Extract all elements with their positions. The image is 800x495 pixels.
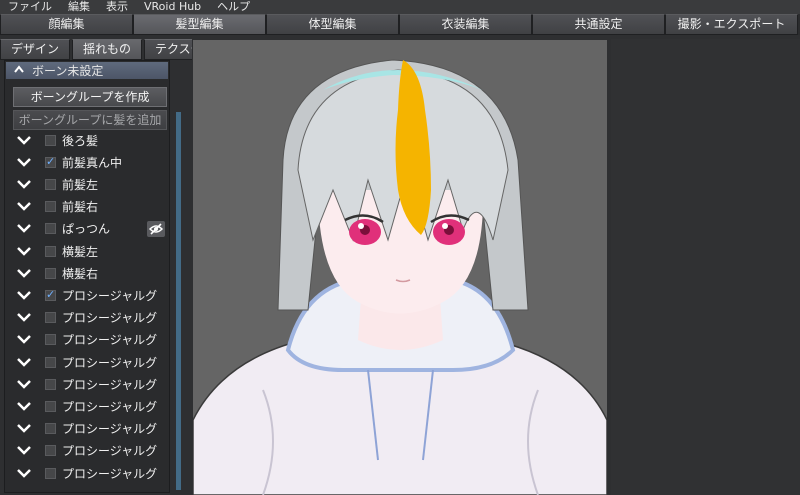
hair-item-label: プロシージャルグ	[62, 444, 158, 459]
menu-file[interactable]: ファイル	[0, 0, 60, 14]
main-tabs: 顔編集 髪型編集 体型編集 衣装編集 共通設定 撮影・エクスポート	[0, 14, 800, 35]
hair-list-item[interactable]: 横髪右	[5, 262, 169, 284]
hair-checkbox[interactable]	[45, 201, 56, 213]
chevron-down-icon[interactable]	[15, 466, 33, 480]
hair-checkbox[interactable]	[45, 400, 56, 412]
character-render	[193, 40, 607, 495]
bone-panel: ボーン未設定 ボーングループを作成 ボーングループに髪を追加 後ろ髪前髪真ん中前…	[4, 60, 170, 493]
hair-item-label: 前髪真ん中	[62, 155, 123, 170]
menu-vroid-hub[interactable]: VRoid Hub	[136, 0, 209, 14]
chevron-down-icon[interactable]	[15, 399, 33, 413]
tab-common-settings[interactable]: 共通設定	[532, 14, 665, 35]
sub-tabs: デザイン 揺れもの テクスチャ	[0, 39, 192, 60]
hair-checkbox[interactable]	[45, 288, 56, 301]
right-panel	[611, 39, 800, 495]
hair-list-item[interactable]: プロシージャルグ	[5, 373, 169, 395]
hair-list-item[interactable]: プロシージャルグ	[5, 307, 169, 329]
menu-bar: ファイル 編集 表示 VRoid Hub ヘルプ	[0, 0, 800, 14]
hair-list-item[interactable]: プロシージャルグ	[5, 284, 169, 306]
hair-list-item[interactable]: プロシージャルグ	[5, 418, 169, 440]
chevron-down-icon[interactable]	[15, 355, 33, 369]
chevron-down-icon[interactable]	[15, 377, 33, 391]
chevron-down-icon[interactable]	[15, 155, 33, 169]
chevron-down-icon[interactable]	[15, 177, 33, 191]
hair-item-label: プロシージャルグ	[62, 355, 158, 370]
hair-item-label: プロシージャルグ	[62, 377, 158, 392]
section-header-bone-unset[interactable]: ボーン未設定	[6, 62, 168, 79]
hair-checkbox[interactable]	[45, 334, 56, 346]
hair-item-label: 横髪左	[62, 244, 99, 259]
hair-item-label: 前髪右	[62, 200, 99, 215]
hair-list-item[interactable]: 前髪左	[5, 173, 169, 195]
hair-list-item[interactable]: プロシージャルグ	[5, 440, 169, 462]
hair-item-label: プロシージャルグ	[62, 422, 158, 437]
add-hair-to-group-button[interactable]: ボーングループに髪を追加	[13, 110, 167, 130]
hair-item-label: プロシージャルグ	[62, 466, 158, 481]
create-bone-group-button[interactable]: ボーングループを作成	[13, 87, 167, 107]
hair-checkbox[interactable]	[45, 267, 56, 279]
hair-checkbox[interactable]	[45, 155, 56, 168]
hair-item-label: 前髪左	[62, 177, 99, 192]
tab-face-edit[interactable]: 顔編集	[0, 14, 133, 35]
tab-body-edit[interactable]: 体型編集	[266, 14, 399, 35]
tab-hair-edit[interactable]: 髪型編集	[133, 14, 266, 35]
menu-view[interactable]: 表示	[98, 0, 136, 14]
chevron-down-icon[interactable]	[15, 266, 33, 280]
hair-checkbox[interactable]	[45, 467, 56, 479]
hair-item-label: 横髪右	[62, 266, 99, 281]
subtab-swaying[interactable]: 揺れもの	[72, 39, 143, 60]
hair-list-item[interactable]: プロシージャルグ	[5, 329, 169, 351]
hair-list-item[interactable]: 後ろ髪	[5, 129, 169, 151]
menu-edit[interactable]: 編集	[60, 0, 98, 14]
section-title: ボーン未設定	[32, 64, 104, 78]
hair-checkbox[interactable]	[45, 223, 56, 235]
list-scrollbar[interactable]	[176, 112, 181, 490]
hair-item-label: 後ろ髪	[62, 133, 99, 148]
hair-list-item[interactable]: 横髪左	[5, 240, 169, 262]
hair-checkbox[interactable]	[45, 356, 56, 368]
hair-item-label: プロシージャルグ	[62, 311, 158, 326]
hair-item-label: ぱっつん	[62, 222, 111, 237]
chevron-down-icon[interactable]	[15, 200, 33, 214]
chevron-down-icon[interactable]	[15, 333, 33, 347]
hair-list-item[interactable]: 前髪右	[5, 196, 169, 218]
chevron-down-icon[interactable]	[15, 422, 33, 436]
hair-checkbox[interactable]	[45, 445, 56, 457]
chevron-down-icon[interactable]	[15, 444, 33, 458]
subtab-texture[interactable]: テクスチャ	[144, 39, 192, 60]
hair-list-item[interactable]: プロシージャルグ	[5, 351, 169, 373]
hair-checkbox[interactable]	[45, 423, 56, 435]
menu-help[interactable]: ヘルプ	[209, 0, 258, 14]
chevron-down-icon[interactable]	[15, 133, 33, 147]
hair-checkbox[interactable]	[45, 134, 56, 146]
chevron-down-icon[interactable]	[15, 244, 33, 258]
tab-photo-export[interactable]: 撮影・エクスポート	[665, 14, 798, 35]
hair-list-item[interactable]: ぱっつん	[5, 218, 169, 240]
chevron-down-icon[interactable]	[15, 288, 33, 302]
chevron-down-icon[interactable]	[15, 311, 33, 325]
tab-outfit-edit[interactable]: 衣装編集	[399, 14, 532, 35]
hair-checkbox[interactable]	[45, 378, 56, 390]
hair-item-label: プロシージャルグ	[62, 288, 158, 303]
hair-list-item[interactable]: 前髪真ん中	[5, 151, 169, 173]
hair-checkbox[interactable]	[45, 312, 56, 324]
hair-item-label: プロシージャルグ	[62, 399, 158, 414]
eye-slash-icon[interactable]	[147, 220, 165, 237]
hair-list-item[interactable]: プロシージャルグ	[5, 462, 169, 484]
chevron-down-icon[interactable]	[15, 222, 33, 236]
model-viewport[interactable]	[193, 40, 607, 495]
hair-list-item[interactable]: プロシージャルグ	[5, 395, 169, 417]
caret-up-icon	[14, 65, 24, 76]
hair-checkbox[interactable]	[45, 178, 56, 190]
hair-item-label: プロシージャルグ	[62, 333, 158, 348]
subtab-design[interactable]: デザイン	[0, 39, 71, 60]
hair-checkbox[interactable]	[45, 245, 56, 257]
